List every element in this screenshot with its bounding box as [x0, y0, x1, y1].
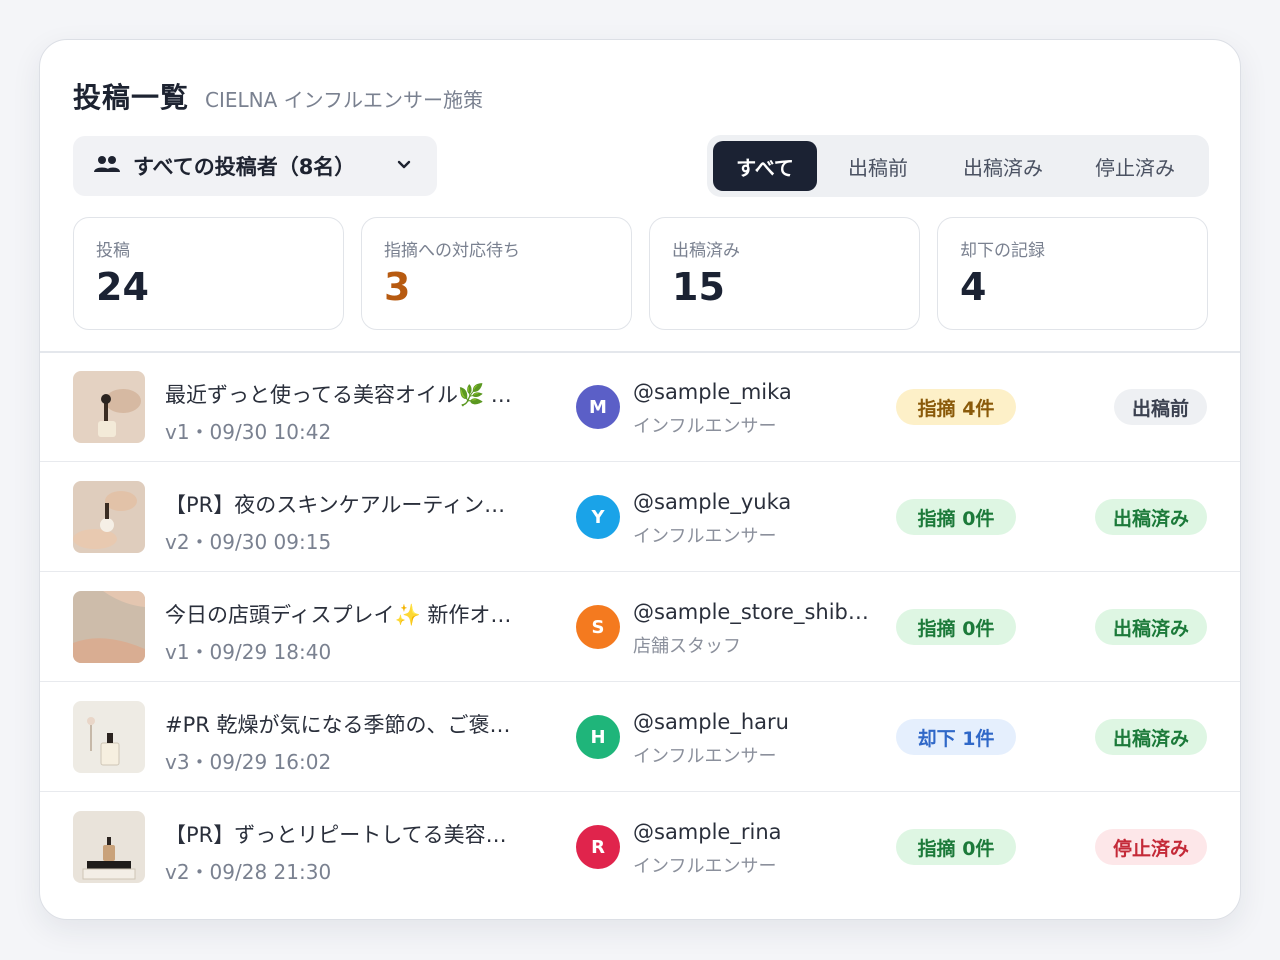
- post-row[interactable]: 今日の店頭ディスプレイ✨ 新作オ… v1・09/29 18:40 S @samp…: [40, 572, 1240, 682]
- stat-card-rejections: 却下の記録 4: [937, 217, 1208, 330]
- poster-handle: @sample_haru: [633, 710, 789, 734]
- stat-label: 出稿済み: [672, 241, 740, 261]
- poster-handle: @sample_yuka: [633, 490, 792, 514]
- issue-count-badge: 却下 1件: [896, 719, 1016, 755]
- campaign-subtitle: CIELNA インフルエンサー施策: [205, 88, 484, 112]
- posts-panel: 投稿一覧 CIELNA インフルエンサー施策 すべての投稿者（8名） すべて 出…: [39, 39, 1241, 920]
- avatar: Y: [576, 495, 620, 539]
- post-title: #PR 乾燥が気になる季節の、ご褒…: [165, 713, 511, 737]
- poster-filter-label: すべての投稿者（8名）: [133, 155, 356, 179]
- tab-published[interactable]: 出稿済み: [939, 141, 1067, 191]
- post-title: 【PR】ずっとリピートしてる美容…: [165, 823, 507, 847]
- poster-role: インフルエンサー: [633, 416, 777, 437]
- stat-value: 24: [96, 265, 149, 309]
- post-title: 最近ずっと使ってる美容オイル🌿 …: [165, 383, 512, 407]
- post-version-date: v2・09/30 09:15: [165, 530, 332, 554]
- issue-count-badge: 指摘 0件: [896, 609, 1016, 645]
- tab-all[interactable]: すべて: [713, 141, 817, 191]
- status-tabs: すべて 出稿前 出稿済み 停止済み: [707, 135, 1209, 197]
- issue-count-badge: 指摘 0件: [896, 499, 1016, 535]
- poster-role: インフルエンサー: [633, 526, 777, 547]
- stat-label: 投稿: [96, 241, 130, 261]
- post-version-date: v1・09/30 10:42: [165, 420, 332, 444]
- chevron-down-icon: [395, 156, 413, 178]
- stat-value: 4: [960, 265, 987, 309]
- status-badge: 出稿済み: [1094, 499, 1207, 535]
- post-thumbnail: [73, 591, 145, 663]
- avatar: M: [576, 385, 620, 429]
- tab-stopped[interactable]: 停止済み: [1067, 141, 1203, 191]
- poster-handle: @sample_mika: [633, 380, 792, 404]
- post-version-date: v2・09/28 21:30: [165, 860, 332, 884]
- post-row[interactable]: 【PR】ずっとリピートしてる美容… v2・09/28 21:30 R @samp…: [40, 792, 1240, 902]
- status-badge: 出稿済み: [1094, 719, 1207, 755]
- status-badge: 出稿済み: [1094, 609, 1207, 645]
- stat-label: 却下の記録: [960, 241, 1045, 261]
- post-title: 今日の店頭ディスプレイ✨ 新作オ…: [165, 603, 512, 627]
- tab-pre-publish[interactable]: 出稿前: [817, 141, 939, 191]
- people-icon: [93, 154, 121, 178]
- poster-handle: @sample_store_shib…: [633, 600, 869, 624]
- poster-handle: @sample_rina: [633, 820, 782, 844]
- page-title: 投稿一覧: [73, 81, 190, 114]
- stat-value: 15: [672, 265, 725, 309]
- avatar: S: [576, 605, 620, 649]
- post-version-date: v1・09/29 18:40: [165, 640, 332, 664]
- stat-card-pending: 指摘への対応待ち 3: [361, 217, 632, 330]
- stats-row: 投稿 24 指摘への対応待ち 3 出稿済み 15 却下の記録 4: [73, 217, 1208, 330]
- poster-role: インフルエンサー: [633, 746, 777, 767]
- stat-card-published: 出稿済み 15: [649, 217, 920, 330]
- issue-count-badge: 指摘 0件: [896, 829, 1016, 865]
- post-thumbnail: [73, 701, 145, 773]
- stat-card-posts: 投稿 24: [73, 217, 344, 330]
- post-thumbnail: [73, 481, 145, 553]
- poster-role: インフルエンサー: [633, 856, 777, 877]
- post-version-date: v3・09/29 16:02: [165, 750, 332, 774]
- post-thumbnail: [73, 371, 145, 443]
- panel-header: 投稿一覧 CIELNA インフルエンサー施策: [73, 76, 483, 116]
- post-row[interactable]: 【PR】夜のスキンケアルーティン… v2・09/30 09:15 Y @samp…: [40, 462, 1240, 572]
- avatar: R: [576, 825, 620, 869]
- avatar: H: [576, 715, 620, 759]
- post-title: 【PR】夜のスキンケアルーティン…: [165, 493, 506, 517]
- stat-value: 3: [384, 265, 411, 309]
- status-badge: 出稿前: [1113, 389, 1207, 425]
- post-row[interactable]: 最近ずっと使ってる美容オイル🌿 … v1・09/30 10:42 M @samp…: [40, 352, 1240, 462]
- poster-filter-dropdown[interactable]: すべての投稿者（8名）: [73, 136, 437, 196]
- issue-count-badge: 指摘 4件: [896, 389, 1016, 425]
- poster-role: 店舗スタッフ: [633, 636, 741, 657]
- status-badge: 停止済み: [1094, 829, 1207, 865]
- stat-label: 指摘への対応待ち: [384, 241, 520, 261]
- post-row[interactable]: #PR 乾燥が気になる季節の、ご褒… v3・09/29 16:02 H @sam…: [40, 682, 1240, 792]
- post-thumbnail: [73, 811, 145, 883]
- post-list: 最近ずっと使ってる美容オイル🌿 … v1・09/30 10:42 M @samp…: [40, 352, 1240, 902]
